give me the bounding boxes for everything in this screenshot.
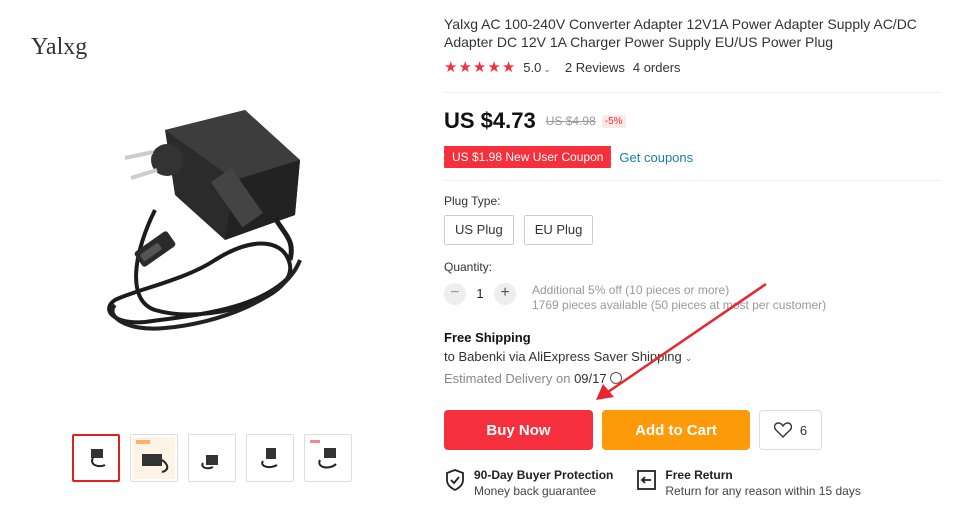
free-return[interactable]: Free Return Return for any reason within… bbox=[635, 468, 861, 499]
chevron-down-icon: ⌄ bbox=[684, 353, 693, 363]
shipping-method[interactable]: to Babenki via AliExpress Saver Shipping… bbox=[444, 349, 692, 364]
star-rating: ★ ★ ★ ★ ★ bbox=[444, 60, 515, 75]
quantity-value[interactable]: 1 bbox=[466, 283, 494, 305]
store-brand[interactable]: Yalxg bbox=[31, 34, 87, 61]
new-user-coupon[interactable]: US $1.98 New User Coupon bbox=[441, 146, 612, 168]
divider bbox=[444, 180, 941, 181]
chevron-down-icon: ⌄ bbox=[543, 64, 551, 74]
thumbnail-4[interactable] bbox=[246, 434, 294, 482]
shield-check-icon bbox=[446, 469, 464, 492]
free-return-title: Free Return bbox=[665, 468, 733, 482]
original-price: US $4.98 bbox=[545, 114, 596, 128]
add-to-cart-button[interactable]: Add to Cart bbox=[602, 410, 750, 450]
rating-value[interactable]: 5.0 ⌄ bbox=[523, 60, 551, 75]
reviews-link[interactable]: 2 Reviews bbox=[565, 60, 625, 75]
thumbnail-5[interactable] bbox=[304, 434, 352, 482]
quantity-info: Additional 5% off (10 pieces or more) 17… bbox=[532, 283, 826, 313]
star-icon: ★ bbox=[501, 59, 516, 76]
quantity-increase-button[interactable]: + bbox=[494, 283, 516, 305]
star-icon: ★ bbox=[487, 59, 501, 76]
guarantees: 90-Day Buyer Protection Money back guara… bbox=[444, 468, 861, 499]
wishlist-button[interactable]: 6 bbox=[759, 410, 822, 450]
rating-number: 5.0 bbox=[523, 60, 542, 75]
thumbnail-strip bbox=[72, 434, 352, 482]
buyer-protection[interactable]: 90-Day Buyer Protection Money back guara… bbox=[444, 468, 613, 499]
divider bbox=[444, 92, 941, 93]
estimated-delivery: Estimated Delivery on 09/17 bbox=[444, 371, 623, 386]
buyer-protection-subtitle: Money back guarantee bbox=[474, 484, 597, 498]
orders-count: 4 orders bbox=[632, 60, 681, 75]
quantity-label: Quantity: bbox=[444, 260, 493, 274]
stock-availability: 1769 pieces available (50 pieces at most… bbox=[532, 298, 827, 312]
wishlist-count: 6 bbox=[799, 422, 808, 438]
plug-option-eu[interactable]: EU Plug bbox=[523, 215, 594, 245]
action-buttons: Buy Now Add to Cart 6 bbox=[444, 410, 822, 450]
product-title: Yalxg AC 100-240V Converter Adapter 12V1… bbox=[444, 16, 917, 50]
star-icon: ★ bbox=[444, 59, 458, 76]
current-price: US $4.73 bbox=[444, 108, 536, 133]
rating-row: ★ ★ ★ ★ ★ 5.0 ⌄ 2 Reviews 4 orders bbox=[444, 60, 681, 75]
free-return-subtitle: Return for any reason within 15 days bbox=[665, 484, 861, 498]
price-row: US $4.73 US $4.98 -5% bbox=[444, 108, 626, 134]
return-icon bbox=[637, 470, 657, 490]
info-icon[interactable] bbox=[610, 372, 623, 384]
shipping-method-text: to Babenki via AliExpress Saver Shipping bbox=[444, 349, 682, 364]
bulk-discount-note: Additional 5% off (10 pieces or more) bbox=[532, 283, 730, 297]
get-coupons-link[interactable]: Get coupons bbox=[619, 150, 693, 165]
main-product-image bbox=[95, 100, 330, 360]
heart-icon bbox=[773, 422, 792, 438]
buyer-protection-title: 90-Day Buyer Protection bbox=[474, 468, 614, 482]
star-icon: ★ bbox=[472, 59, 487, 76]
star-icon: ★ bbox=[458, 59, 472, 76]
thumbnail-3[interactable] bbox=[188, 434, 236, 482]
buy-now-button[interactable]: Buy Now bbox=[444, 410, 593, 450]
quantity-decrease-button[interactable]: − bbox=[444, 283, 466, 305]
plug-option-us[interactable]: US Plug bbox=[444, 215, 514, 245]
coupon-row: US $1.98 New User Coupon Get coupons bbox=[441, 146, 693, 168]
shipping-title: Free Shipping bbox=[444, 330, 531, 345]
delivery-date: 09/17 bbox=[574, 371, 607, 386]
thumbnail-1[interactable] bbox=[72, 434, 120, 482]
thumbnail-2[interactable] bbox=[130, 434, 178, 482]
delivery-label: Estimated Delivery on bbox=[444, 371, 571, 386]
discount-badge: -5% bbox=[601, 114, 626, 128]
plug-type-label: Plug Type: bbox=[444, 194, 501, 208]
plug-type-options: US Plug EU Plug bbox=[444, 215, 594, 245]
quantity-stepper: − 1 + Additional 5% off (10 pieces or mo… bbox=[444, 283, 826, 313]
